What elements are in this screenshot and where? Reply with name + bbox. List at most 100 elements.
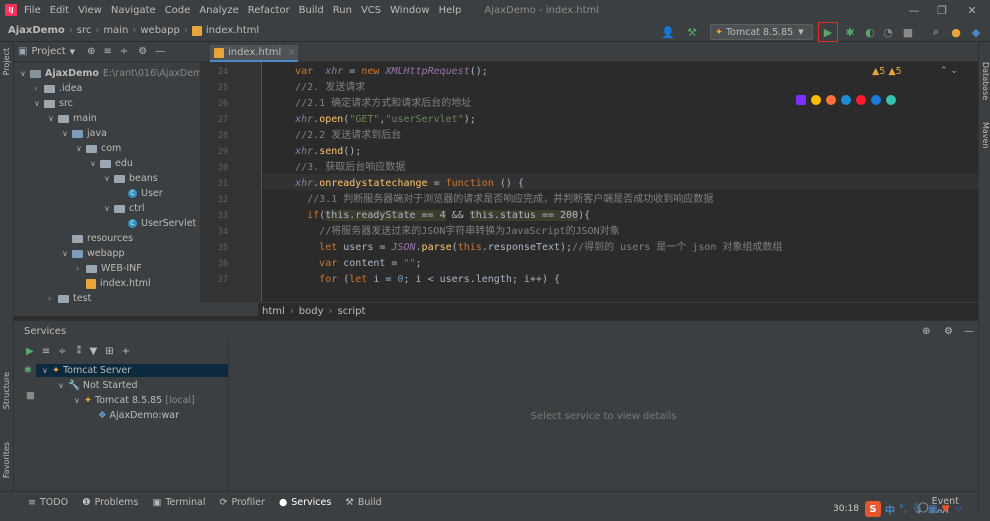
menu-navigate[interactable]: Navigate [111, 5, 156, 16]
microphone-icon[interactable]: 🎙 [911, 504, 924, 515]
firefox-icon[interactable] [826, 95, 836, 105]
tree-item-idea[interactable]: › .idea [34, 82, 82, 95]
toolbox-icon[interactable]: ⁘ [954, 504, 962, 515]
tab-todo[interactable]: ≡ TODO [28, 497, 68, 508]
menu-file[interactable]: File [24, 5, 41, 16]
tree-item-beans[interactable]: ∨ beans [104, 172, 158, 185]
user-icon[interactable]: 👤 [660, 24, 676, 40]
tree-item-resources[interactable]: resources [72, 232, 133, 245]
tab-services[interactable]: ● Services [279, 497, 331, 508]
tree-item-ctrl[interactable]: ∨ ctrl [104, 202, 145, 215]
breadcrumb-html[interactable]: html [262, 306, 285, 317]
profiler-icon[interactable]: ◔ [880, 24, 896, 40]
debug-icon[interactable]: ✱ [842, 24, 858, 40]
favorites-tool-tab[interactable]: Favorites [2, 442, 11, 478]
menu-vcs[interactable]: VCS [361, 5, 381, 16]
service-not-started[interactable]: ∨ 🔧 Not Started [58, 379, 138, 392]
maximize-icon[interactable]: ❐ [928, 0, 956, 20]
project-view-select[interactable]: Project [31, 46, 65, 57]
code-line[interactable]: //3.1 判断服务器端对于浏览器的请求是否响应完成，并判断客户端是否成功收到响… [271, 192, 713, 208]
tree-item-webapp[interactable]: ∨ webapp [62, 247, 125, 260]
code-line[interactable]: var content = ""; [271, 256, 421, 272]
minimize-icon[interactable]: — [900, 0, 928, 20]
tree-item-user[interactable]: C User [128, 187, 163, 200]
skin-icon[interactable]: ♥ [941, 504, 950, 515]
database-tool-tab[interactable]: Database [981, 62, 990, 100]
tree-item-root[interactable]: ∨ AjaxDemo E:\rant\016\AjaxDem [20, 67, 202, 80]
intellij-browser-icon[interactable] [796, 95, 806, 105]
inspection-warnings[interactable]: ▲5 ▲5 [872, 66, 902, 77]
crumb-src[interactable]: src [77, 25, 92, 36]
tree-item-web-inf[interactable]: › WEB-INF [76, 262, 142, 275]
code-line[interactable]: if(this.readyState == 4 && this.status =… [271, 208, 590, 224]
service-artifact[interactable]: ❖ AjaxDemo:war [98, 409, 179, 422]
tab-problems[interactable]: ❶ Problems [82, 497, 138, 508]
tab-profiler[interactable]: ⟳ Profiler [220, 497, 265, 508]
tab-terminal[interactable]: ▣ Terminal [152, 497, 205, 508]
stop-icon[interactable]: ■ [900, 24, 916, 40]
stop-icon[interactable]: ■ [26, 389, 35, 402]
close-icon[interactable]: ✕ [958, 0, 986, 20]
expand-all-icon[interactable]: ≡ [42, 346, 50, 357]
tree-item-index-html[interactable]: index.html [86, 277, 151, 290]
inspection-nav-icons[interactable]: ⌃ ⌄ [940, 66, 958, 76]
crumb-main[interactable]: main [103, 25, 128, 36]
keyboard-icon[interactable]: ▦ [928, 504, 937, 515]
close-tab-icon[interactable]: × [287, 47, 295, 58]
tab-build[interactable]: ⚒ Build [345, 497, 381, 508]
maven-tool-tab[interactable]: Maven [981, 122, 990, 149]
code-line[interactable]: xhr.onreadystatechange = function () { [271, 176, 524, 192]
code-line[interactable]: //2. 发送请求 [271, 80, 365, 96]
hide-icon[interactable]: — [964, 326, 974, 337]
run-button[interactable]: ▶ [818, 22, 838, 42]
opera-icon[interactable] [856, 95, 866, 105]
add-service-icon[interactable]: + [122, 346, 130, 357]
code-line[interactable]: for (let i = 0; i < users.length; i++) { [271, 272, 560, 288]
service-tomcat-instance[interactable]: ∨ ✦ Tomcat 8.5.85 [local] [74, 394, 195, 407]
menu-help[interactable]: Help [439, 5, 462, 16]
hide-icon[interactable]: — [155, 46, 165, 57]
collapse-all-icon[interactable]: ÷ [120, 46, 128, 57]
breadcrumb-script[interactable]: script [338, 306, 366, 317]
code-line[interactable]: //2.1 确定请求方式和请求后台的地址 [271, 96, 471, 112]
menu-refactor[interactable]: Refactor [248, 5, 290, 16]
tree-item-src[interactable]: ∨ src [34, 97, 73, 110]
coverage-icon[interactable]: ◐ [862, 24, 878, 40]
edge-icon[interactable] [886, 95, 896, 105]
structure-tool-tab[interactable]: Structure [2, 372, 11, 409]
code-line[interactable]: xhr.open("GET","userServlet"); [271, 112, 476, 128]
code-line[interactable]: //3. 获取后台响应数据 [271, 160, 405, 176]
update-icon[interactable]: ● [948, 24, 964, 40]
expand-all-icon[interactable]: ≡ [103, 46, 111, 57]
crumb-webapp[interactable]: webapp [140, 25, 180, 36]
tree-item-test[interactable]: › test [48, 292, 91, 305]
collapse-all-icon[interactable]: ÷ [58, 346, 66, 357]
crumb-file[interactable]: index.html [206, 25, 259, 36]
code-line[interactable]: xhr.send(); [271, 144, 361, 160]
menu-view[interactable]: View [78, 5, 102, 16]
tree-item-userservlet[interactable]: C UserServlet [128, 217, 196, 230]
tree-item-edu[interactable]: ∨ edu [90, 157, 133, 170]
ime-mode[interactable]: 中 [885, 502, 895, 517]
code-line[interactable]: var xhr = new XMLHttpRequest(); [271, 64, 488, 80]
ie-icon[interactable] [871, 95, 881, 105]
code-line[interactable]: //2.2 发送请求到后台 [271, 128, 401, 144]
gear-icon[interactable]: ⚙ [138, 46, 147, 57]
safari-icon[interactable] [841, 95, 851, 105]
search-icon[interactable]: ⌕ [928, 24, 944, 40]
add-icon[interactable]: ⊕ [922, 326, 930, 337]
menu-edit[interactable]: Edit [50, 5, 69, 16]
plugin-icon[interactable]: ◆ [968, 24, 984, 40]
tree-item-com[interactable]: ∨ com [76, 142, 121, 155]
run-configuration-select[interactable]: ✦ Tomcat 8.5.85 ▼ [710, 24, 813, 40]
sogou-ime-icon[interactable]: S [864, 501, 881, 517]
menu-analyze[interactable]: Analyze [199, 5, 238, 16]
run-icon[interactable]: ▶ [26, 346, 34, 357]
tree-item-main[interactable]: ∨ main [48, 112, 97, 125]
chrome-icon[interactable] [811, 95, 821, 105]
menu-code[interactable]: Code [165, 5, 191, 16]
debug-icon[interactable]: ✱ [24, 364, 32, 377]
menu-build[interactable]: Build [299, 5, 324, 16]
punctuation-icon[interactable]: °, [899, 504, 907, 515]
menu-window[interactable]: Window [390, 5, 429, 16]
